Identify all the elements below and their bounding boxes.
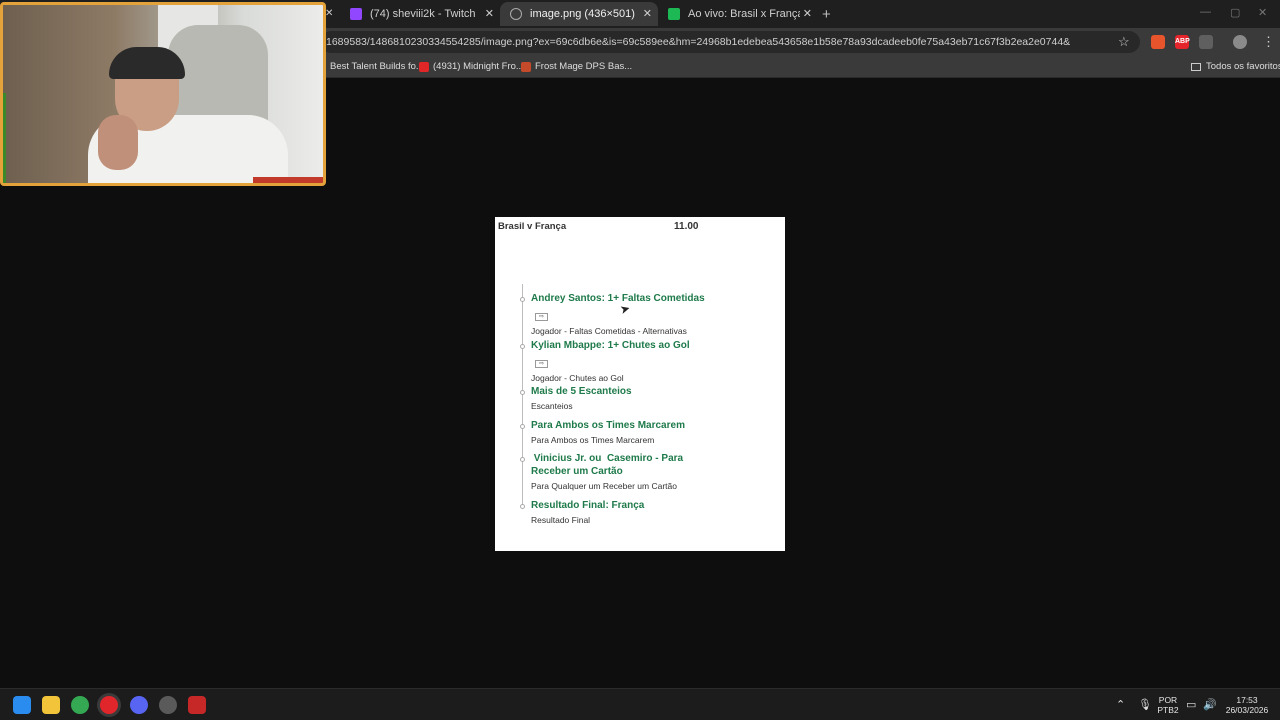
profile-icon[interactable] (1233, 35, 1247, 49)
selection-market: Para Qualquer um Receber um Cartão (531, 481, 677, 491)
window-close-icon[interactable]: ✕ (1258, 6, 1267, 19)
webcam-overlay (0, 2, 326, 186)
tab-betano[interactable]: Ao vivo: Brasil x França | Amisto ✕ (658, 2, 818, 26)
address-bar[interactable]: 1689583/1486810230334554285/image.png?ex… (320, 31, 1140, 53)
new-tab-button[interactable]: + (822, 6, 831, 23)
minimize-icon[interactable]: — (1200, 6, 1211, 18)
timeline-dot (520, 457, 525, 462)
tab-image[interactable]: image.png (436×501) ✕ (500, 2, 658, 26)
bookmark-label: (4931) Midnight Fro... (433, 61, 524, 72)
selection-item: Vinicius Jr. ou Casemiro - Para Receber … (520, 452, 701, 492)
selection-market: Jogador - Faltas Cometidas - Alternativa… (531, 326, 687, 336)
bookmark-label: Frost Mage DPS Bas... (535, 61, 633, 72)
selection-name: Vinicius Jr. ou Casemiro - Para Receber … (531, 453, 686, 477)
language-indicator[interactable]: POR PTB2 (1156, 695, 1180, 715)
selection-name: Mais de 5 Escanteios (531, 386, 632, 397)
selection-timeline (522, 284, 523, 506)
volume-icon[interactable]: 🔊 (1203, 698, 1217, 711)
tab-title: Ao vivo: Brasil x França | Amisto (688, 8, 800, 20)
selection-market: Escanteios (531, 401, 573, 411)
bookmark-label: Best Talent Builds fo... (330, 61, 424, 72)
maximize-icon[interactable]: ▢ (1230, 6, 1240, 19)
overlay-accent (253, 177, 323, 183)
language-label: POR (1158, 695, 1178, 705)
microphone-icon[interactable]: 🎙 (1138, 698, 1152, 711)
clock[interactable]: 17:53 26/03/2026 (1222, 695, 1272, 715)
fox-extension-icon[interactable] (1151, 35, 1165, 49)
selection-item: Mais de 5 Escanteios Escanteios (520, 385, 731, 412)
bookmark-favicon (521, 61, 531, 72)
twitch-icon (350, 8, 362, 20)
selection-item: Para Ambos os Times Marcarem Para Ambos … (520, 419, 731, 446)
timeline-dot (520, 504, 525, 509)
selection-name: Kylian Mbappe: 1+ Chutes ao Gol (531, 340, 690, 351)
file-explorer-icon[interactable] (42, 696, 60, 714)
selection-market: Jogador - Chutes ao Gol (531, 373, 624, 383)
selection-market: Resultado Final (531, 515, 591, 525)
streamer-hand (98, 115, 138, 170)
selection-item: Resultado Final: França Resultado Final (520, 499, 731, 526)
close-icon[interactable]: ✕ (643, 7, 652, 20)
bookmark-item[interactable]: Frost Mage DPS Bas... (521, 61, 632, 72)
taskbar: ⌃ 🎙 POR PTB2 ▭ 🔊 17:53 26/03/2026 (0, 688, 1280, 720)
menu-icon[interactable]: ⋮ (1262, 34, 1275, 50)
opera-icon[interactable] (100, 696, 118, 714)
bet-builder-icon: ⇨ (535, 313, 548, 321)
tab-title: image.png (436×501) (530, 8, 635, 20)
clock-date: 26/03/2026 (1225, 705, 1269, 715)
close-icon[interactable]: ✕ (803, 7, 812, 20)
timeline-dot (520, 297, 525, 302)
bet-builder-icon: ⇨ (535, 360, 548, 368)
streamer-cap (109, 47, 185, 79)
bookmark-star-icon[interactable]: ☆ (1118, 34, 1272, 50)
puzzle-extension-icon[interactable] (1199, 35, 1213, 49)
total-odds: 11.00 (674, 221, 699, 232)
tab-close-icon[interactable]: ✕ (325, 8, 333, 19)
chrome-icon[interactable] (71, 696, 89, 714)
match-title: Brasil v França (498, 221, 567, 232)
steam-icon[interactable] (159, 696, 177, 714)
url-text: 1689583/1486810230334554285/image.png?ex… (326, 36, 1071, 48)
close-icon[interactable]: ✕ (485, 7, 494, 20)
selection-name: Resultado Final: França (531, 500, 645, 511)
clock-time: 17:53 (1236, 695, 1258, 705)
keyboard-layout-label: PTB2 (1157, 705, 1179, 715)
tab-twitch[interactable]: (74) sheviii2k - Twitch ✕ (340, 2, 500, 26)
display-icon[interactable]: ▭ (1186, 698, 1196, 711)
selection-market: Para Ambos os Times Marcarem (531, 435, 655, 445)
discord-icon[interactable] (130, 696, 148, 714)
all-bookmarks-label: Todos os favoritos (1206, 61, 1280, 72)
bet-slip-image: Brasil v França 11.00 Andrey Santos: 1+ … (495, 217, 785, 551)
selection-name: Andrey Santos: 1+ Faltas Cometidas (531, 293, 705, 304)
abp-extension-icon[interactable]: ABP (1175, 35, 1190, 49)
globe-icon (510, 8, 522, 20)
bookmark-item[interactable]: Best Talent Builds fo... (330, 61, 424, 72)
windows-start-icon[interactable] (13, 696, 31, 714)
selection-item: Kylian Mbappe: 1+ Chutes ao Gol ⇨ Jogado… (520, 339, 731, 384)
chevron-up-icon[interactable]: ⌃ (1116, 698, 1125, 711)
timeline-dot (520, 344, 525, 349)
selection-name: Para Ambos os Times Marcarem (531, 420, 685, 431)
tab-title: (74) sheviii2k - Twitch (370, 8, 476, 20)
timeline-dot (520, 424, 525, 429)
all-bookmarks-button[interactable]: Todos os favoritos (1191, 61, 1280, 72)
app-icon[interactable] (188, 696, 206, 714)
youtube-icon (419, 61, 429, 72)
bookmark-item[interactable]: (4931) Midnight Fro... (419, 61, 524, 72)
overlay-accent (3, 93, 6, 183)
folder-icon (1191, 62, 1201, 71)
timeline-dot (520, 390, 525, 395)
betano-icon (668, 8, 680, 20)
